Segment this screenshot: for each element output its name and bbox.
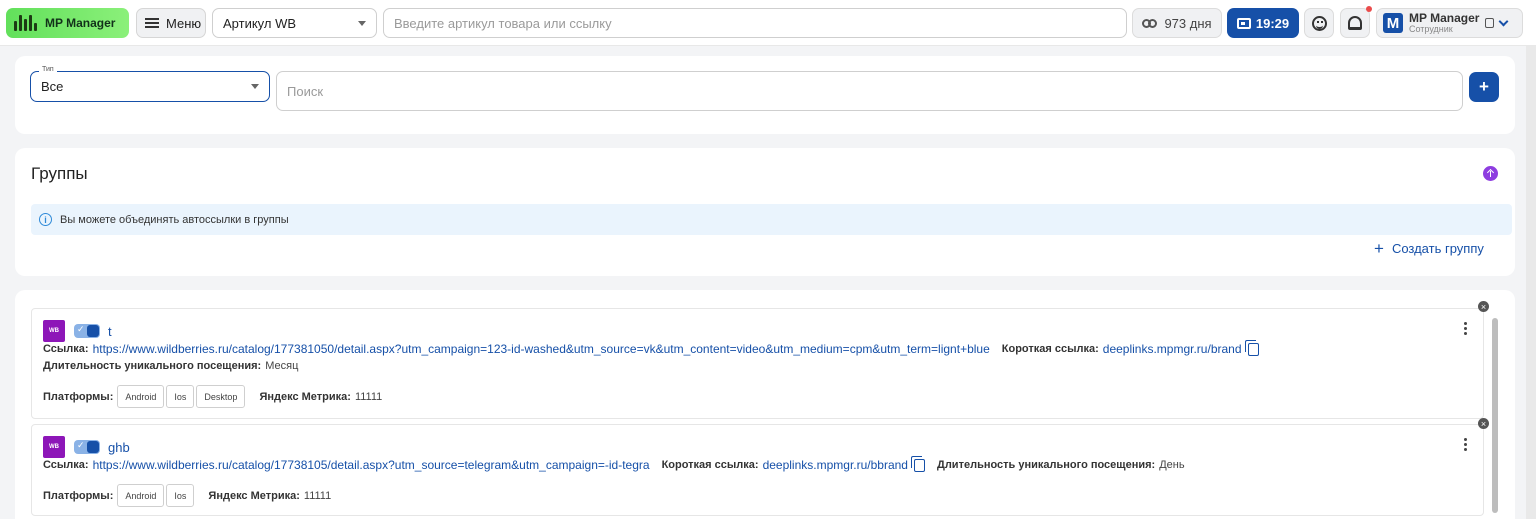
duration-label: Длительность уникального посещения: bbox=[936, 459, 1156, 471]
scrollbar[interactable] bbox=[1492, 318, 1498, 513]
video-time-button[interactable]: 19:29 bbox=[1227, 8, 1299, 38]
filter-card: Тип Все + bbox=[15, 56, 1515, 134]
chevron-down-icon[interactable] bbox=[1499, 16, 1509, 26]
wb-badge: WB bbox=[43, 320, 65, 342]
platform-chip: Android bbox=[117, 385, 165, 408]
close-icon[interactable]: × bbox=[1478, 301, 1489, 312]
article-type-select[interactable]: Артикул WB bbox=[212, 8, 377, 38]
app-logo-button[interactable]: MP Manager bbox=[6, 8, 129, 38]
page-scrollbar-track[interactable] bbox=[1526, 46, 1536, 519]
days-button[interactable]: 973 дня bbox=[1132, 8, 1222, 38]
copy-icon[interactable] bbox=[910, 455, 925, 472]
duration-value: День bbox=[1159, 459, 1185, 471]
menu-label: Меню bbox=[166, 15, 202, 31]
type-label: Тип bbox=[39, 66, 57, 73]
platform-chip: Ios bbox=[166, 484, 195, 507]
platforms-label: Платформы: bbox=[43, 489, 114, 502]
app-name: MP Manager bbox=[45, 16, 116, 30]
article-type-value: Артикул WB bbox=[223, 15, 297, 31]
days-label: 973 дня bbox=[1164, 15, 1212, 31]
menu-icon bbox=[145, 18, 159, 28]
copy-icon[interactable] bbox=[1244, 339, 1259, 356]
platform-chip: Desktop bbox=[196, 385, 246, 408]
type-select[interactable]: Тип Все bbox=[30, 66, 270, 102]
info-alert: i Вы можете объединять автоссылки в груп… bbox=[31, 204, 1512, 235]
user-name: MP Manager bbox=[1409, 11, 1480, 25]
article-search-input[interactable] bbox=[394, 15, 1116, 31]
add-link-button[interactable]: + bbox=[1469, 72, 1499, 102]
link-url[interactable]: https://www.wildberries.ru/catalog/17738… bbox=[93, 458, 650, 472]
metrika-value: 11111 bbox=[303, 489, 332, 502]
bell-icon bbox=[1348, 16, 1362, 30]
search-box bbox=[276, 71, 1463, 111]
groups-card: Группы i Вы можете объединять автоссылки… bbox=[15, 148, 1515, 276]
copy-icon[interactable] bbox=[1485, 18, 1495, 28]
duration-value: Месяц bbox=[265, 360, 299, 372]
item-name[interactable]: ghb bbox=[108, 440, 130, 455]
link-item: WB ghb Ссылка: https://www.wildberries.r… bbox=[31, 424, 1484, 516]
time-label: 19:29 bbox=[1255, 15, 1290, 31]
create-group-button[interactable]: + Создать группу bbox=[1374, 238, 1484, 258]
wb-badge: WB bbox=[43, 436, 65, 458]
link-item: WB t Ссылка: https://www.wildberries.ru/… bbox=[31, 308, 1484, 419]
platforms-label: Платформы: bbox=[43, 390, 114, 403]
links-card: WB t Ссылка: https://www.wildberries.ru/… bbox=[15, 290, 1515, 519]
metrika-value: 11111 bbox=[354, 390, 383, 403]
more-options-icon[interactable] bbox=[1464, 438, 1467, 451]
chevron-down-icon bbox=[358, 20, 366, 26]
metrika-label: Яндекс Метрика: bbox=[208, 489, 300, 502]
item-link-row: Ссылка: https://www.wildberries.ru/catal… bbox=[43, 339, 1259, 356]
type-value: Все bbox=[41, 79, 64, 94]
video-icon bbox=[1236, 17, 1251, 29]
short-link-url[interactable]: deeplinks.mpmgr.ru/brand bbox=[1103, 342, 1242, 356]
more-options-icon[interactable] bbox=[1464, 322, 1467, 335]
short-link-label: Короткая ссылка: bbox=[661, 459, 759, 471]
duration-label: Длительность уникального посещения: bbox=[43, 360, 262, 372]
short-link-url[interactable]: deeplinks.mpmgr.ru/bbrand bbox=[763, 458, 908, 472]
article-search-box bbox=[383, 8, 1127, 38]
link-label: Ссылка: bbox=[43, 459, 89, 471]
feedback-button[interactable] bbox=[1304, 8, 1334, 38]
link-icon bbox=[1142, 18, 1158, 28]
info-icon: i bbox=[39, 213, 52, 226]
create-group-label: Создать группу bbox=[1391, 241, 1484, 256]
notifications-button[interactable] bbox=[1340, 8, 1370, 38]
info-text: Вы можете объединять автоссылки в группы bbox=[60, 213, 289, 226]
menu-button[interactable]: Меню bbox=[136, 8, 206, 38]
active-toggle[interactable] bbox=[74, 440, 100, 454]
item-platforms-row: Платформы: Android Ios Яндекс Метрика: 1… bbox=[43, 484, 331, 507]
item-duration-row: Длительность уникального посещения: Меся… bbox=[43, 360, 298, 372]
notification-dot bbox=[1366, 6, 1372, 12]
collapse-up-icon[interactable] bbox=[1483, 166, 1498, 181]
item-name[interactable]: t bbox=[108, 324, 112, 339]
item-header: WB ghb bbox=[43, 436, 130, 458]
link-label: Ссылка: bbox=[43, 343, 89, 355]
active-toggle[interactable] bbox=[74, 324, 100, 338]
groups-title: Группы bbox=[31, 164, 88, 183]
short-link-label: Короткая ссылка: bbox=[1001, 343, 1099, 355]
top-bar: MP Manager Меню Артикул WB 973 дня 19:29… bbox=[0, 0, 1536, 46]
search-input[interactable] bbox=[287, 83, 1452, 99]
item-link-row: Ссылка: https://www.wildberries.ru/catal… bbox=[43, 455, 1185, 472]
user-info: MP Manager Сотрудник bbox=[1409, 12, 1479, 34]
platform-chip: Ios bbox=[166, 385, 195, 408]
smile-icon bbox=[1311, 15, 1327, 31]
close-icon[interactable]: × bbox=[1478, 418, 1489, 429]
link-url[interactable]: https://www.wildberries.ru/catalog/17738… bbox=[93, 342, 990, 356]
metrika-label: Яндекс Метрика: bbox=[259, 390, 351, 403]
item-header: WB t bbox=[43, 320, 112, 342]
chevron-down-icon bbox=[251, 84, 259, 89]
platform-chip: Android bbox=[117, 484, 165, 507]
avatar: M bbox=[1383, 13, 1403, 33]
user-role: Сотрудник bbox=[1409, 24, 1453, 34]
plus-icon: + bbox=[1374, 238, 1384, 258]
logo-icon bbox=[14, 14, 38, 32]
item-platforms-row: Платформы: Android Ios Desktop Яндекс Ме… bbox=[43, 385, 382, 408]
user-menu-button[interactable]: M MP Manager Сотрудник bbox=[1376, 8, 1523, 38]
